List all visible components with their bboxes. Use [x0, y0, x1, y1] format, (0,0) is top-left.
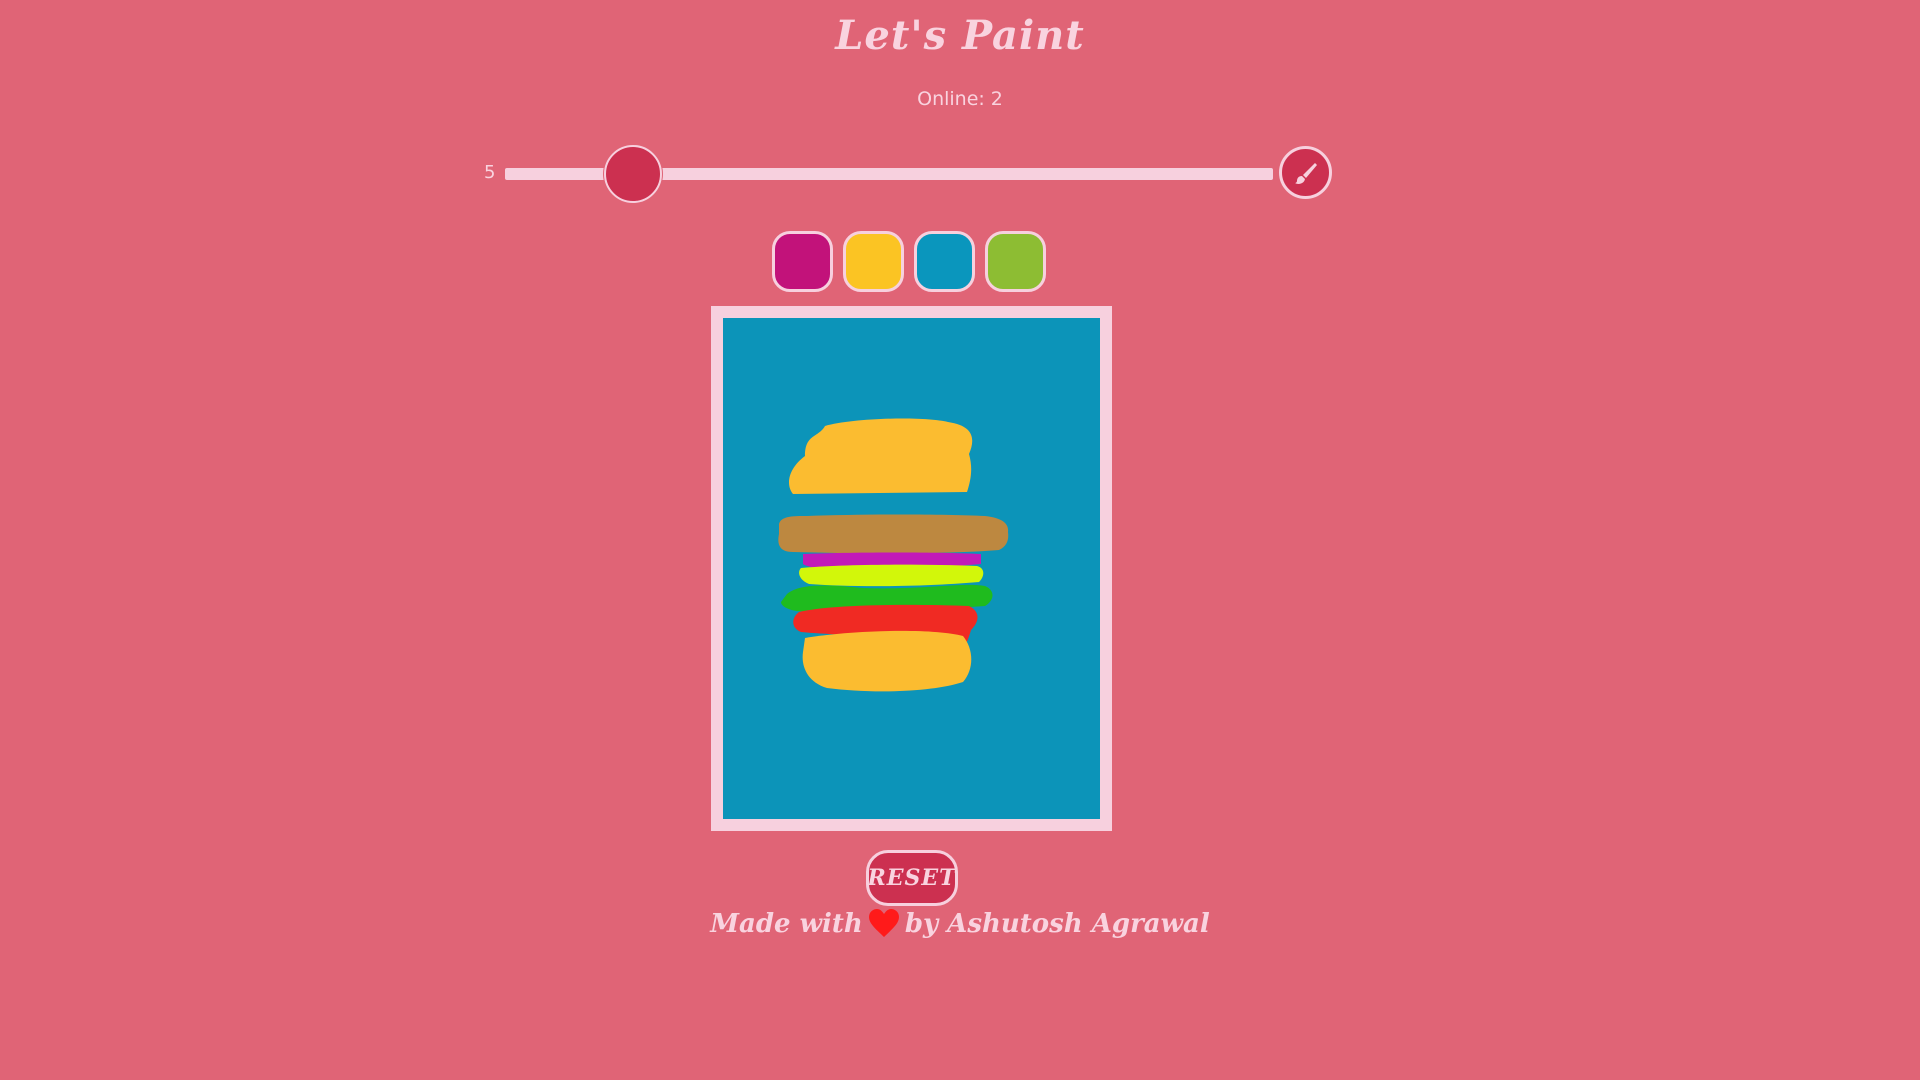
brush-size-value: 5: [484, 162, 496, 183]
brush-size-slider-thumb[interactable]: [604, 145, 662, 203]
color-swatch-blue[interactable]: [914, 231, 975, 292]
color-swatch-green[interactable]: [985, 231, 1046, 292]
online-label: Online:: [917, 88, 985, 110]
color-swatch-magenta[interactable]: [772, 231, 833, 292]
footer-made-with: Made with: [710, 909, 863, 939]
color-swatch-yellow[interactable]: [843, 231, 904, 292]
online-count: 2: [990, 88, 1003, 110]
brush-button[interactable]: [1279, 146, 1332, 199]
footer-credit: Made with by Ashutosh Agrawal: [0, 908, 1920, 939]
color-palette: [772, 231, 1046, 292]
heart-icon: [868, 909, 899, 937]
page-title: Let's Paint: [835, 12, 1085, 59]
app-root: Let's Paint Online: 2 5 RESET Made with …: [0, 0, 1920, 1080]
online-status: Online: 2: [0, 88, 1920, 110]
drawing-canvas[interactable]: [711, 306, 1112, 831]
burger-drawing: [778, 418, 1009, 692]
paintbrush-icon: [1294, 162, 1317, 184]
reset-button[interactable]: RESET: [866, 850, 958, 906]
footer-author: by Ashutosh Agrawal: [904, 909, 1210, 939]
